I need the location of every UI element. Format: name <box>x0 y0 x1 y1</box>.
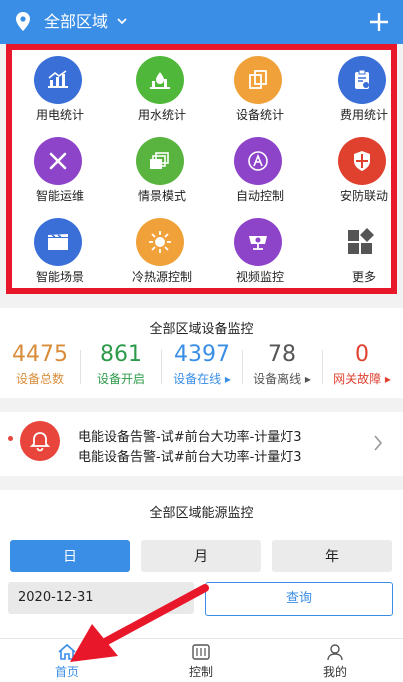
energy-monitor-panel: 全部区域能源监控 日 月 年 2020-12-31 查询 <box>0 490 403 638</box>
grid-tile-label: 费用统计 <box>339 108 388 122</box>
shield-icon <box>338 137 386 185</box>
water-chart-icon <box>136 56 184 104</box>
grid-tile-label: 用水统计 <box>137 108 186 122</box>
power-chart-icon <box>34 56 82 104</box>
grid-tile[interactable]: 更多 <box>316 218 403 290</box>
tab-home[interactable]: 首页 <box>0 639 134 682</box>
device-monitor-title: 全部区域设备监控 <box>149 322 254 337</box>
alert-banner[interactable]: 电能设备告警-试#前台大功率-计量灯3 电能设备告警-试#前台大功率-计量灯3 <box>0 412 403 476</box>
stat-value: 861 <box>100 342 142 367</box>
bell-icon <box>20 421 60 461</box>
more-grid-icon <box>338 218 386 266</box>
stat-total: 4475 设备总数 <box>0 342 80 387</box>
grid-tile[interactable]: 费用统计 <box>316 56 403 128</box>
device-copy-icon <box>234 56 282 104</box>
grid-tile[interactable]: 自动控制 <box>212 137 300 209</box>
stat-label: 设备离线 ▸ <box>253 372 311 386</box>
alert-dot <box>8 436 13 441</box>
stat-value: 0 <box>355 342 369 367</box>
device-monitor-panel: 全部区域设备监控 4475 设备总数 861 设备开启 4397 设备在线 ▸ … <box>0 308 403 398</box>
grid-tile[interactable]: 冷热源控制 <box>114 218 202 290</box>
tab-label: 我的 <box>322 665 347 679</box>
clapper-icon <box>34 218 82 266</box>
layers-icon <box>136 137 184 185</box>
camera-icon <box>234 218 282 266</box>
segment-year[interactable]: 年 <box>272 540 392 572</box>
grid-tile[interactable]: 设备统计 <box>212 56 300 128</box>
control-icon <box>191 643 211 665</box>
clipboard-icon <box>338 56 386 104</box>
chevron-down-icon[interactable] <box>116 13 128 33</box>
grid-tile[interactable]: 用电统计 <box>12 56 100 128</box>
function-grid: 用电统计 用水统计 设备统计 费用统计智能运维 情景模式 自动控制 安防联动智能场景 冷热源控… <box>6 44 397 294</box>
stat-value: 4397 <box>174 342 230 367</box>
grid-tile-label: 智能运维 <box>35 189 84 203</box>
grid-tile[interactable]: 视频监控 <box>212 218 300 290</box>
home-icon <box>57 643 77 665</box>
date-field[interactable]: 2020-12-31 <box>8 582 194 614</box>
segment-month[interactable]: 月 <box>141 540 261 572</box>
query-button[interactable]: 查询 <box>205 582 393 616</box>
stat-label: 网关故障 ▸ <box>333 372 391 386</box>
tab-control[interactable]: 控制 <box>134 639 268 682</box>
chevron-right-icon[interactable] <box>372 434 384 456</box>
stat-gateway-fault[interactable]: 0 网关故障 ▸ <box>322 342 402 387</box>
segment-day[interactable]: 日 <box>10 540 130 572</box>
stat-value: 78 <box>268 342 296 367</box>
energy-monitor-title: 全部区域能源监控 <box>149 506 254 521</box>
tab-label: 首页 <box>54 665 79 679</box>
alert-line: 电能设备告警-试#前台大功率-计量灯3 <box>78 430 302 445</box>
stat-label: 设备在线 ▸ <box>173 372 231 386</box>
grid-tile-label: 情景模式 <box>137 189 186 203</box>
add-icon[interactable] <box>368 11 390 37</box>
sun-snow-icon <box>136 218 184 266</box>
grid-tile-label: 视频监控 <box>235 270 284 284</box>
stat-on: 861 设备开启 <box>81 342 161 387</box>
tab-label: 控制 <box>188 665 213 679</box>
alert-line: 电能设备告警-试#前台大功率-计量灯3 <box>78 450 302 465</box>
grid-tile[interactable]: 安防联动 <box>316 137 403 209</box>
grid-tile-label: 设备统计 <box>235 108 284 122</box>
grid-tile[interactable]: 情景模式 <box>114 137 202 209</box>
stat-label: 设备总数 <box>15 372 64 386</box>
top-bar: 全部区域 <box>0 0 403 44</box>
grid-tile-label: 安防联动 <box>339 189 388 203</box>
user-icon <box>325 643 345 665</box>
grid-tile-label: 用电统计 <box>35 108 84 122</box>
tools-icon <box>34 137 82 185</box>
grid-tile[interactable]: 用水统计 <box>114 56 202 128</box>
grid-tile-label: 自动控制 <box>235 189 284 203</box>
stat-offline[interactable]: 78 设备离线 ▸ <box>242 342 322 387</box>
area-selector-label[interactable]: 全部区域 <box>44 11 108 33</box>
stat-value: 4475 <box>12 342 68 367</box>
stat-label: 设备开启 <box>96 372 145 386</box>
grid-tile[interactable]: 智能运维 <box>12 137 100 209</box>
location-pin-icon <box>14 11 32 37</box>
bottom-tab-bar: 首页 控制 我的 <box>0 638 403 682</box>
grid-tile[interactable]: 智能场景 <box>12 218 100 290</box>
tab-mine[interactable]: 我的 <box>268 639 402 682</box>
grid-tile-label: 冷热源控制 <box>131 270 192 284</box>
stat-online[interactable]: 4397 设备在线 ▸ <box>162 342 242 387</box>
grid-tile-label: 智能场景 <box>35 270 84 284</box>
grid-tile-label: 更多 <box>351 270 376 284</box>
auto-a-icon <box>234 137 282 185</box>
